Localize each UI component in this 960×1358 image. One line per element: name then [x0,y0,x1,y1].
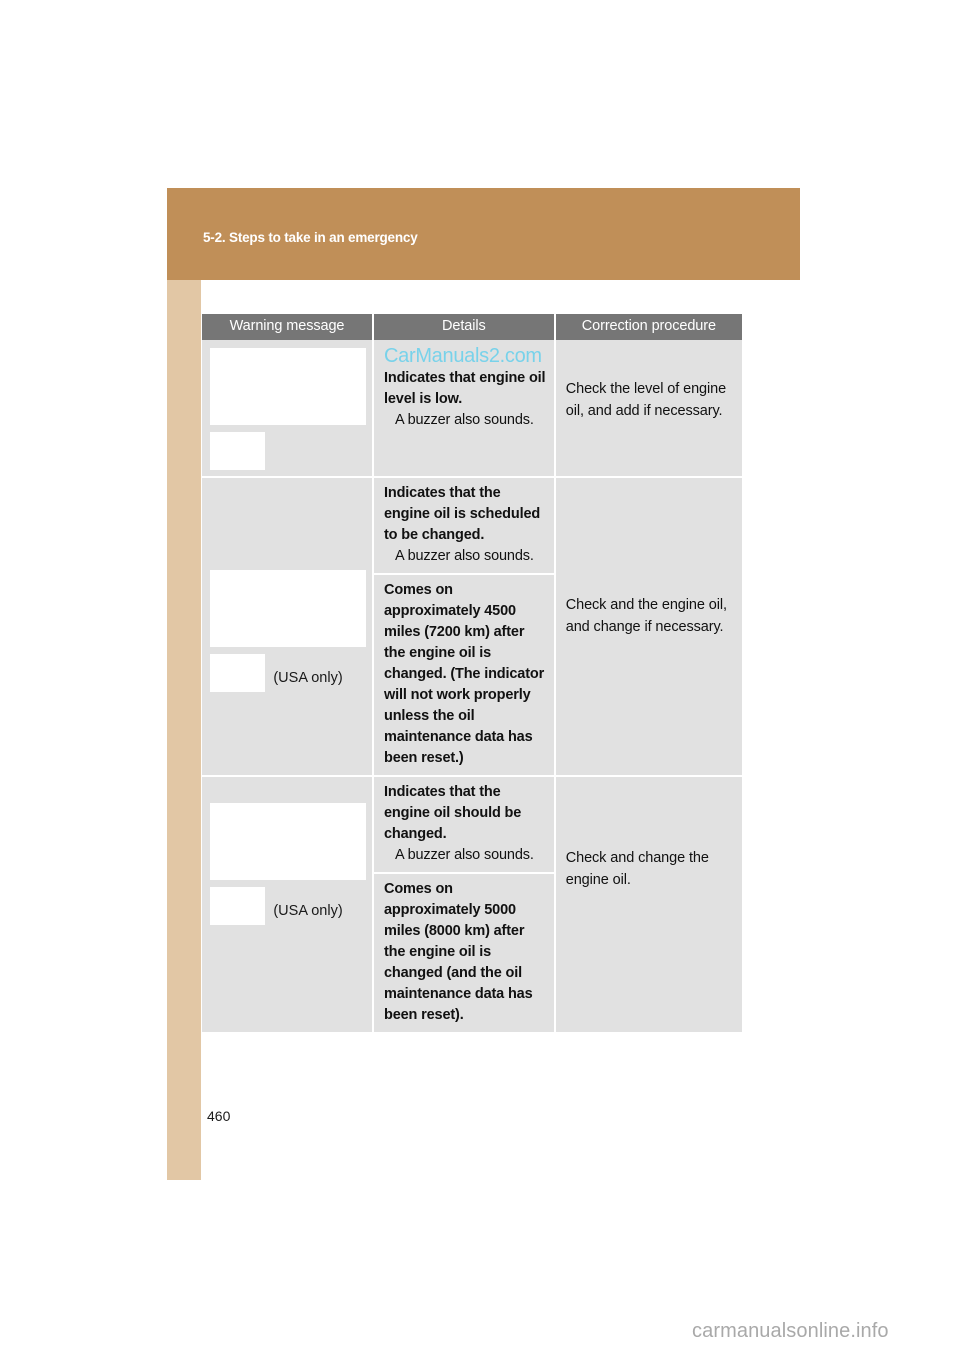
detail-text-block: Comes on approximately 4500 miles (7200 … [374,573,554,775]
details-cell: Indicates that the engine oil is schedul… [374,478,556,777]
column-header-correction-procedure: Correction procedure [555,314,742,340]
detail-text: Indicates that engine oil level is low. [384,370,546,407]
correction-text: Check the level of engine oil, and add i… [565,381,727,419]
detail-text-block: Comes on approximately 5000 miles (8000 … [374,872,554,1032]
page-section-title: 5-2. Steps to take in an emergency [203,230,418,245]
correction-text: Check and change the engine oil. [565,850,709,888]
page-edge-tab [167,280,201,1180]
table-row: (USA only) Indicates that the engine oil… [202,478,742,777]
detail-text-block: CarManuals2.com Indicates that engine oi… [374,340,554,437]
engine-oil-symbol-icon [210,432,265,470]
detail-text-block: Indicates that the engine oil is schedul… [374,478,554,573]
page-number: 460 [207,1108,231,1124]
warning-message-table: Warning message Details Correction proce… [202,314,742,1032]
usa-only-note: (USA only) [273,903,343,919]
detail-text: Indicates that the engine oil should be … [384,784,522,842]
details-cell: Indicates that the engine oil should be … [374,777,556,1032]
warning-message-cell: (USA only) [202,777,374,1032]
indicator-images-group: (USA only) [202,777,372,931]
buzzer-note: A buzzer also sounds. [395,847,534,863]
carmanuals-watermark: CarManuals2.com [384,345,542,367]
maint-reqd-indicator-icon [210,570,366,647]
buzzer-note: A buzzer also sounds. [395,548,534,564]
warning-message-cell: (USA only) [202,478,374,777]
indicator-images-group [202,340,372,476]
site-watermark: carmanualsonline.info [692,1320,889,1342]
table-row: CarManuals2.com Indicates that engine oi… [202,340,742,478]
detail-text-block: Indicates that the engine oil should be … [374,777,554,872]
column-header-warning-message: Warning message [202,314,374,340]
usa-only-note: (USA only) [273,670,343,686]
correction-cell: Check and the engine oil, and change if … [555,478,742,777]
detail-text: Comes on approximately 4500 miles (7200 … [384,582,545,766]
column-header-details: Details [374,314,556,340]
correction-cell: Check the level of engine oil, and add i… [555,340,742,478]
correction-text: Check and the engine oil, and change if … [565,597,727,635]
detail-text: Comes on approximately 5000 miles (8000 … [384,881,533,1023]
table-header-row: Warning message Details Correction proce… [202,314,742,340]
warning-message-cell [202,340,374,478]
buzzer-note: A buzzer also sounds. [395,412,534,428]
indicator-images-group: (USA only) [202,478,372,698]
correction-cell: Check and change the engine oil. [555,777,742,1032]
details-cell: CarManuals2.com Indicates that engine oi… [374,340,556,478]
maint-reqd-indicator-icon [210,803,366,880]
section-header-bar: 5-2. Steps to take in an emergency [167,188,800,280]
manual-page: 5-2. Steps to take in an emergency Warni… [0,0,960,1358]
detail-text: Indicates that the engine oil is schedul… [384,485,541,543]
table-row: (USA only) Indicates that the engine oil… [202,777,742,1032]
engine-oil-level-indicator-icon [210,348,366,425]
